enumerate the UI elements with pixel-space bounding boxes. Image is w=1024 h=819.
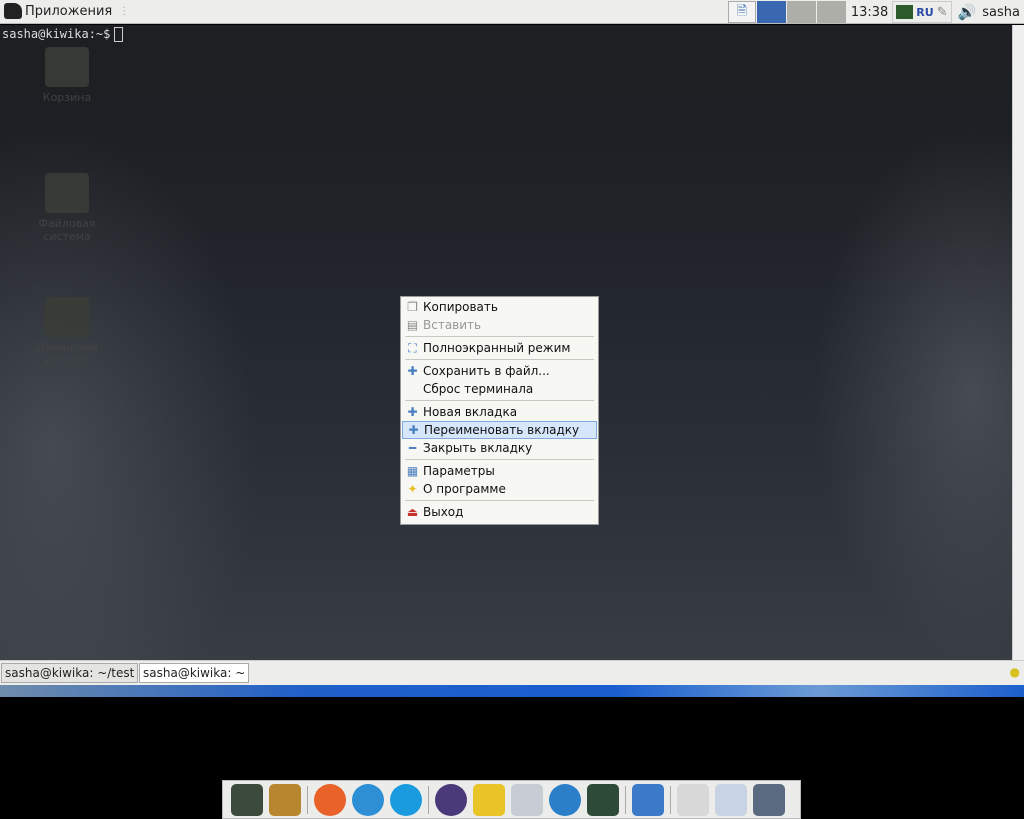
skype-icon[interactable] [390, 783, 422, 816]
context-menu: ❐ Копировать ▤ Вставить ⛶ Полноэкранный режим… [400, 296, 599, 525]
menu-separator [405, 336, 594, 337]
menu-item[interactable]: ✦ О программе [402, 480, 597, 498]
network-icon[interactable] [896, 5, 914, 19]
menu-item-label: Новая вкладка [423, 405, 518, 419]
fullscreen-icon: ⛶ [408, 340, 417, 355]
menu-item[interactable]: ⏏ Выход [402, 503, 597, 521]
file-cabinet-icon[interactable] [269, 783, 301, 816]
menu-item[interactable]: ▤ Вставить [402, 316, 597, 334]
dock-separator [428, 785, 429, 814]
menu-item[interactable]: ✚ Новая вкладка [402, 403, 597, 421]
minus-icon: ━ [408, 440, 417, 455]
dock-separator [670, 785, 671, 814]
teapot-icon[interactable] [473, 783, 505, 816]
menu-item[interactable]: Сброс терминала [402, 380, 597, 398]
text-editor-icon[interactable] [511, 783, 543, 816]
menu-item-label: Вставить [423, 318, 482, 332]
exit-icon: ⏏ [406, 504, 419, 519]
menu-item[interactable]: ⛶ Полноэкранный режим [402, 339, 597, 357]
usb-icon[interactable]: ✎ [937, 5, 948, 20]
desktop-icon-home[interactable]: Домашний каталог [27, 297, 107, 367]
home-folder-icon [45, 297, 89, 337]
menu-item-label: Полноэкранный режим [423, 341, 571, 355]
star-icon: ✦ [407, 481, 418, 496]
writer-launcher-icon[interactable]: 🗎 [727, 1, 756, 23]
terminal-scrollbar[interactable] [1012, 25, 1024, 660]
menu-item-label: Сохранить в файл... [423, 364, 550, 378]
applications-label: Приложения [25, 3, 113, 19]
installer-icon[interactable] [587, 783, 619, 816]
menu-item-label: Переименовать вкладку [424, 423, 580, 437]
copy-icon: ❐ [407, 299, 418, 314]
menu-separator [405, 500, 594, 501]
dock-separator [307, 785, 308, 814]
menu-separator [405, 359, 594, 360]
java-icon[interactable] [677, 783, 709, 816]
menu-item[interactable]: ✚ Сохранить в файл... [402, 362, 597, 380]
drive-icon [45, 173, 89, 213]
tab-test[interactable]: sasha@kiwika: ~/test [1, 663, 139, 683]
xfce-mouse-icon [4, 3, 22, 19]
desktop-icon-trash[interactable]: Корзина [27, 47, 107, 104]
notification-icon[interactable]: ● [1010, 665, 1020, 679]
preferences-icon: ▦ [406, 463, 419, 478]
menu-item[interactable]: ✚ Переименовать вкладку [402, 421, 597, 439]
desktop-icon-filesystem[interactable]: Файловая система [27, 173, 107, 243]
firefox-icon[interactable] [314, 783, 346, 816]
menu-separator [405, 459, 594, 460]
blank-icon [406, 383, 419, 396]
workspace-2[interactable] [786, 1, 816, 23]
menu-item[interactable]: ━ Закрыть вкладку [402, 439, 597, 457]
clock[interactable]: 13:38 [851, 5, 888, 20]
user-name[interactable]: sasha [982, 5, 1020, 20]
menu-separator [405, 400, 594, 401]
terminal-prompt: sasha@kiwika:~$ [2, 27, 124, 42]
menu-item-label: Выход [423, 505, 464, 519]
tab-home[interactable]: sasha@kiwika: ~ [139, 663, 250, 683]
menu-item[interactable]: ▦ Параметры [402, 462, 597, 480]
wallpaper-strip [0, 685, 1024, 697]
terminal-icon[interactable] [231, 783, 263, 816]
document-viewer-icon[interactable] [715, 783, 747, 816]
plus-icon: ✚ [407, 404, 418, 419]
writer-document-icon[interactable] [632, 783, 664, 816]
menu-item-label: Сброс терминала [423, 382, 534, 396]
systray: RU ✎ [892, 1, 952, 23]
trash-icon [45, 47, 89, 87]
telegram-icon[interactable] [352, 783, 384, 816]
applications-menu-button[interactable]: Приложения ⋮ [4, 3, 129, 19]
top-panel: Приложения ⋮ 🗎 13:38 RU ✎ 🔊 sasha [0, 0, 1024, 24]
plus-icon: ✚ [408, 422, 419, 437]
menu-item[interactable]: ❐ Копировать [402, 298, 597, 316]
dock [222, 780, 801, 819]
panel-grip[interactable]: ⋮ [119, 6, 129, 17]
network-icon[interactable] [549, 783, 581, 816]
workspace-3[interactable] [816, 1, 846, 23]
volume-icon[interactable]: 🔊 [958, 3, 977, 21]
cursor [114, 27, 124, 42]
keyboard-layout[interactable]: RU [916, 6, 933, 19]
eclipse-icon[interactable] [435, 783, 467, 816]
paste-icon: ▤ [406, 317, 419, 332]
menu-item-label: Параметры [423, 464, 495, 478]
menu-item-label: Закрыть вкладку [423, 441, 533, 455]
plus-icon: ✚ [407, 363, 418, 378]
screenshot-icon[interactable] [753, 783, 785, 816]
menu-item-label: Копировать [423, 300, 498, 314]
workspace-1[interactable] [756, 1, 786, 23]
menu-item-label: О программе [423, 482, 506, 496]
dock-separator [625, 785, 626, 814]
terminal-tab-bar: sasha@kiwika: ~/test sasha@kiwika: ~ ● [0, 660, 1024, 685]
